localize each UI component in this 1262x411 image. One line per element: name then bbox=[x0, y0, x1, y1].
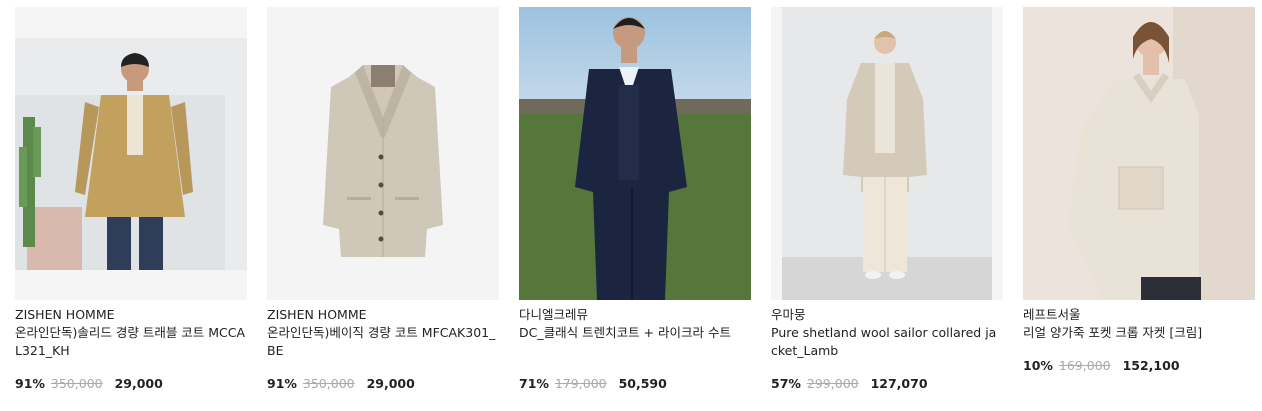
product-card-1[interactable]: ZISHEN HOMME 온라인단독)솔리드 경량 트래블 코트 MCCAL32… bbox=[15, 7, 247, 391]
sale-price: 29,000 bbox=[114, 376, 163, 391]
price-row: 91% 350,000 29,000 bbox=[15, 376, 163, 391]
product-card-2[interactable]: ZISHEN HOMME 온라인단독)베이직 경량 코트 MFCAK301_BE… bbox=[267, 7, 499, 391]
original-price: 350,000 bbox=[50, 376, 103, 391]
product-brand[interactable]: 레프트서울 bbox=[1023, 306, 1255, 324]
product-brand[interactable]: ZISHEN HOMME bbox=[15, 306, 247, 324]
discount-rate: 71% bbox=[519, 376, 549, 391]
discount-rate: 91% bbox=[15, 376, 45, 391]
product-photo-2 bbox=[267, 7, 499, 300]
price-row: 71% 179,000 50,590 bbox=[519, 376, 667, 391]
sale-price: 50,590 bbox=[618, 376, 667, 391]
product-name[interactable]: 리얼 양가죽 포켓 크롭 자켓 [크림] bbox=[1023, 324, 1255, 342]
sale-price: 29,000 bbox=[366, 376, 415, 391]
product-name[interactable]: Pure shetland wool sailor collared jacke… bbox=[771, 324, 1003, 360]
product-photo-3 bbox=[519, 7, 751, 300]
product-image-5[interactable] bbox=[1023, 7, 1255, 300]
product-brand[interactable]: 우마뭉 bbox=[771, 306, 1003, 324]
product-brand[interactable]: 다니엘크레뮤 bbox=[519, 306, 751, 324]
product-name[interactable]: 온라인단독)베이직 경량 코트 MFCAK301_BE bbox=[267, 324, 499, 360]
sale-price: 127,070 bbox=[870, 376, 928, 391]
original-price: 169,000 bbox=[1058, 358, 1111, 373]
original-price: 299,000 bbox=[806, 376, 859, 391]
product-image-4[interactable] bbox=[771, 7, 1003, 300]
product-card-3[interactable]: 다니엘크레뮤 DC_클래식 트렌치코트 + 라이크라 수트 71% 179,00… bbox=[519, 7, 751, 391]
discount-rate: 10% bbox=[1023, 358, 1053, 373]
original-price: 350,000 bbox=[302, 376, 355, 391]
product-photo-4 bbox=[771, 7, 1003, 300]
product-card-4[interactable]: 우마뭉 Pure shetland wool sailor collared j… bbox=[771, 7, 1003, 391]
original-price: 179,000 bbox=[554, 376, 607, 391]
price-row: 10% 169,000 152,100 bbox=[1023, 358, 1180, 373]
product-photo-1 bbox=[15, 7, 247, 300]
product-image-3[interactable] bbox=[519, 7, 751, 300]
product-photo-5 bbox=[1023, 7, 1255, 300]
price-row: 57% 299,000 127,070 bbox=[771, 376, 928, 391]
discount-rate: 91% bbox=[267, 376, 297, 391]
product-brand[interactable]: ZISHEN HOMME bbox=[267, 306, 499, 324]
product-image-2[interactable] bbox=[267, 7, 499, 300]
product-image-1[interactable] bbox=[15, 7, 247, 300]
discount-rate: 57% bbox=[771, 376, 801, 391]
price-row: 91% 350,000 29,000 bbox=[267, 376, 415, 391]
product-card-5[interactable]: 레프트서울 리얼 양가죽 포켓 크롭 자켓 [크림] 10% 169,000 1… bbox=[1023, 7, 1255, 373]
product-name[interactable]: DC_클래식 트렌치코트 + 라이크라 수트 bbox=[519, 324, 751, 342]
sale-price: 152,100 bbox=[1122, 358, 1180, 373]
product-name[interactable]: 온라인단독)솔리드 경량 트래블 코트 MCCAL321_KH bbox=[15, 324, 247, 360]
